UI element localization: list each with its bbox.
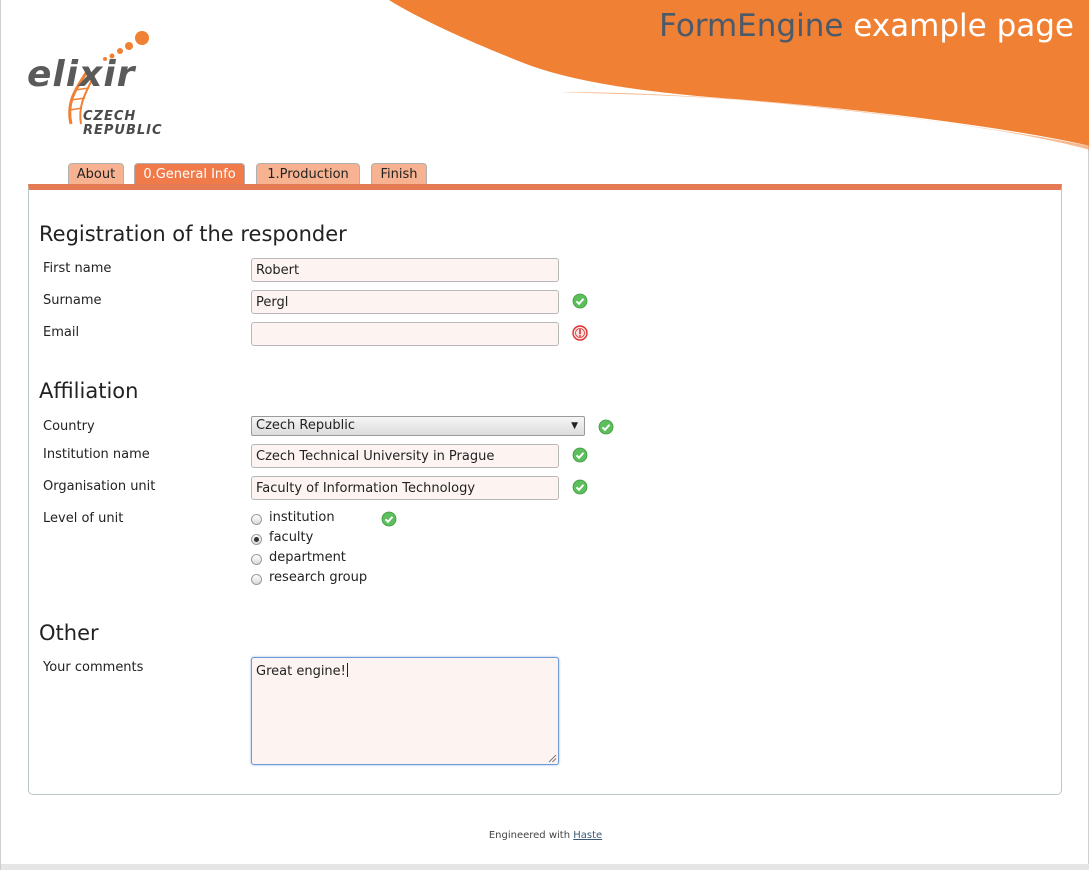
check-circle-icon xyxy=(572,447,588,463)
country-select[interactable]: Czech Republic ▼ xyxy=(251,416,585,436)
comments-textarea[interactable]: Great engine! xyxy=(251,657,559,765)
first-name-label: First name xyxy=(43,261,112,276)
country-select-value: Czech Republic xyxy=(256,418,355,433)
comments-label: Your comments xyxy=(43,660,144,675)
tab-production[interactable]: 1.Production xyxy=(256,163,360,185)
page-title: FormEngine example page xyxy=(659,8,1074,44)
check-circle-icon xyxy=(572,479,588,495)
check-circle-icon xyxy=(572,293,588,309)
email-input[interactable] xyxy=(251,322,559,346)
org-unit-input[interactable] xyxy=(251,476,559,500)
text-caret xyxy=(346,663,348,677)
section-registration: Registration of the responder xyxy=(39,222,347,246)
country-label: Country xyxy=(43,419,95,434)
page-title-part2: example page xyxy=(843,8,1074,44)
footer: Engineered with Haste xyxy=(1,830,1089,841)
radio-button-checked[interactable] xyxy=(251,534,262,545)
radio-button[interactable] xyxy=(251,554,262,565)
bottom-bar xyxy=(1,864,1089,870)
radio-label: institution xyxy=(269,510,335,525)
logo-subtitle-line2: REPUBLIC xyxy=(83,123,163,138)
section-other: Other xyxy=(39,621,99,645)
error-circle-icon xyxy=(572,325,588,341)
elixir-logo-word: elixir xyxy=(27,54,136,95)
radio-label: research group xyxy=(269,570,368,585)
tab-finish[interactable]: Finish xyxy=(371,163,427,185)
section-affiliation: Affiliation xyxy=(39,379,139,403)
logo-subtitle-line1: CZECH xyxy=(83,109,137,124)
surname-label: Surname xyxy=(43,293,102,308)
surname-input[interactable] xyxy=(251,290,559,314)
resize-grip-icon[interactable] xyxy=(548,754,557,763)
elixir-logo-subtitle: CZECH REPUBLIC xyxy=(83,110,163,138)
org-unit-label: Organisation unit xyxy=(43,479,156,494)
comments-text: Great engine! xyxy=(256,664,346,679)
check-circle-icon xyxy=(598,419,614,435)
haste-link[interactable]: Haste xyxy=(573,830,602,841)
level-label: Level of unit xyxy=(43,511,124,526)
radio-label: faculty xyxy=(269,530,314,545)
first-name-input[interactable] xyxy=(251,258,559,282)
institution-input[interactable] xyxy=(251,444,559,468)
footer-text: Engineered with xyxy=(488,830,574,841)
tab-general-info[interactable]: 0.General Info xyxy=(134,163,245,185)
email-label: Email xyxy=(43,325,80,340)
dropdown-arrow-icon: ▼ xyxy=(571,421,578,431)
check-circle-icon xyxy=(381,511,397,527)
tab-about[interactable]: About xyxy=(68,163,124,185)
radio-button[interactable] xyxy=(251,574,262,585)
radio-label: department xyxy=(269,550,346,565)
radio-button[interactable] xyxy=(251,514,262,525)
page-title-part1: FormEngine xyxy=(659,8,844,44)
institution-label: Institution name xyxy=(43,447,150,462)
